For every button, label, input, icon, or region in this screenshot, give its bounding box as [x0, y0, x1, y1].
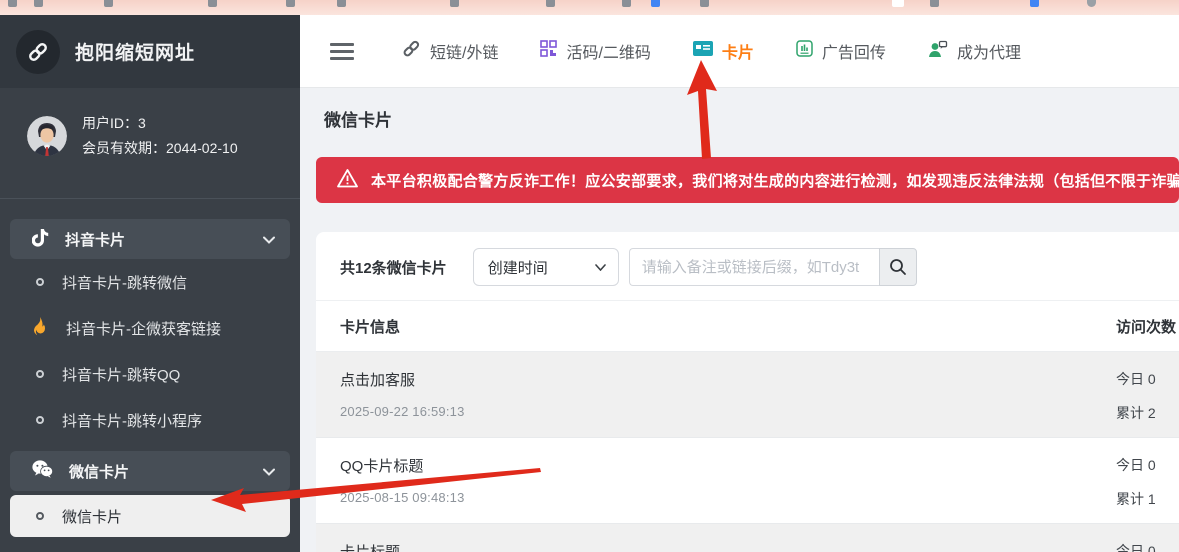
bookmark-favicon[interactable] — [930, 0, 939, 7]
search-icon — [889, 258, 907, 276]
agent-icon — [928, 40, 948, 63]
sidebar-group-label: 微信卡片 — [69, 461, 129, 482]
chevron-down-icon — [263, 231, 275, 248]
bookmark-favicon[interactable] — [1030, 0, 1039, 7]
search-button[interactable] — [879, 248, 917, 286]
sort-select-value: 创建时间 — [488, 257, 548, 278]
sidebar-item-label: 微信卡片 — [62, 506, 122, 527]
visit-stats: 今日 0 累计 1 — [1116, 455, 1156, 509]
page-title: 微信卡片 — [324, 106, 1179, 131]
tiktok-icon — [32, 228, 49, 251]
ad-report-icon — [796, 40, 813, 62]
top-navbar: 短链/外链 活码/二维码 卡片 — [300, 15, 1179, 88]
bookmark-favicon[interactable] — [892, 0, 904, 7]
sidebar-item-douyin-wechat[interactable]: 抖音卡片-跳转微信 — [0, 259, 300, 305]
column-header-card-info: 卡片信息 — [340, 319, 400, 336]
chevron-down-icon — [263, 463, 275, 480]
card-title: 点击加客服 — [340, 369, 1155, 390]
sidebar: 抱阳缩短网址 用户ID：3 会员有效期：2044-02-10 — [0, 15, 300, 552]
nav-item-label: 短链/外链 — [430, 39, 498, 63]
card-title: 卡片标题 — [340, 541, 1155, 552]
visits-total: 累计 2 — [1116, 403, 1156, 423]
sort-select[interactable]: 创建时间 — [473, 248, 619, 286]
anti-fraud-warning-banner: 本平台积极配合警方反诈工作！应公安部要求，我们将对生成的内容进行检测，如发现违反… — [316, 157, 1179, 203]
warning-triangle-icon — [337, 169, 358, 192]
sidebar-item-label: 抖音卡片-企微获客链接 — [66, 318, 221, 339]
bookmark-favicon[interactable] — [104, 0, 113, 7]
table-header: 卡片信息 访问次数 — [316, 300, 1179, 352]
nav-item-label: 成为代理 — [957, 39, 1021, 63]
chevron-down-icon — [595, 264, 606, 271]
brand-name: 抱阳缩短网址 — [75, 38, 195, 65]
nav-item-label: 广告回传 — [822, 39, 886, 63]
visit-stats: 今日 0 累计 2 — [1116, 369, 1156, 423]
sidebar-item-douyin-qq[interactable]: 抖音卡片-跳转QQ — [0, 351, 300, 397]
bookmark-favicon[interactable] — [700, 0, 709, 7]
brand-link-icon — [16, 30, 60, 74]
bookmark-favicon[interactable] — [651, 0, 660, 7]
main-content: 微信卡片 本平台积极配合警方反诈工作！应公安部要求，我们将对生成的内容进行检测，… — [300, 88, 1179, 552]
wechat-icon — [32, 460, 53, 482]
sidebar-group-label: 抖音卡片 — [65, 229, 125, 250]
card-count-label: 共12条微信卡片 — [340, 257, 447, 278]
bookmark-favicon[interactable] — [546, 0, 555, 7]
card-title: QQ卡片标题 — [340, 455, 1155, 476]
bullet-circle-icon — [36, 416, 44, 424]
filter-toolbar: 共12条微信卡片 创建时间 — [316, 232, 1179, 300]
menu-toggle-icon[interactable] — [330, 43, 354, 60]
bookmark-favicon[interactable] — [286, 0, 295, 7]
bookmark-favicon[interactable] — [208, 0, 217, 7]
table-row[interactable]: 点击加客服 2025-09-22 16:59:13 今日 0 累计 2 — [316, 352, 1179, 438]
nav-item-card[interactable]: 卡片 — [693, 39, 754, 63]
sidebar-item-label: 抖音卡片-跳转微信 — [62, 272, 187, 293]
fire-icon — [32, 317, 48, 340]
bullet-circle-icon — [36, 278, 44, 286]
bullet-circle-icon — [36, 370, 44, 378]
bookmark-favicon[interactable] — [622, 0, 631, 7]
user-info: 用户ID：3 会员有效期：2044-02-10 — [0, 88, 300, 177]
column-header-visits: 访问次数 — [1116, 316, 1176, 337]
qrcode-icon — [540, 40, 557, 62]
nav-item-shortlink[interactable]: 短链/外链 — [402, 39, 498, 63]
table-row[interactable]: QQ卡片标题 2025-08-15 09:48:13 今日 0 累计 1 — [316, 438, 1179, 524]
bookmark-favicon[interactable] — [337, 0, 346, 7]
card-created-date: 2025-08-15 09:48:13 — [340, 490, 1155, 505]
nav-item-qrcode[interactable]: 活码/二维码 — [540, 39, 650, 63]
nav-item-become-agent[interactable]: 成为代理 — [928, 39, 1021, 63]
bookmark-favicon[interactable] — [1087, 0, 1096, 7]
user-avatar[interactable] — [27, 116, 67, 156]
sidebar-item-label: 抖音卡片-跳转QQ — [62, 364, 180, 385]
warning-text: 本平台积极配合警方反诈工作！应公安部要求，我们将对生成的内容进行检测，如发现违反… — [371, 170, 1179, 191]
bookmark-favicon[interactable] — [8, 0, 17, 7]
visits-today: 今日 0 — [1116, 541, 1156, 552]
sidebar-group-douyin-card[interactable]: 抖音卡片 — [10, 219, 290, 259]
table-row[interactable]: 卡片标题 今日 0 — [316, 524, 1179, 552]
sidebar-group-wechat-card[interactable]: 微信卡片 — [10, 451, 290, 491]
nav-item-label: 卡片 — [722, 39, 754, 63]
visit-stats: 今日 0 — [1116, 541, 1156, 552]
sidebar-item-douyin-qiwei[interactable]: 抖音卡片-企微获客链接 — [0, 305, 300, 351]
browser-bookmarks-bar — [0, 0, 1179, 15]
nav-item-label: 活码/二维码 — [566, 39, 650, 63]
visits-today: 今日 0 — [1116, 455, 1156, 475]
sidebar-item-wechat-card[interactable]: 微信卡片 — [10, 495, 290, 537]
visits-total: 累计 1 — [1116, 489, 1156, 509]
card-created-date: 2025-09-22 16:59:13 — [340, 404, 1155, 419]
link-icon — [402, 39, 421, 63]
card-icon — [693, 41, 713, 61]
user-id: 用户ID：3 — [82, 111, 238, 136]
sidebar-item-label: 抖音卡片-跳转小程序 — [62, 410, 202, 431]
visits-today: 今日 0 — [1116, 369, 1156, 389]
bullet-circle-icon — [36, 512, 44, 520]
sidebar-menu: 抖音卡片 抖音卡片-跳转微信 抖音卡片-企微获客链接 抖音卡片-跳转QQ — [0, 199, 300, 552]
sidebar-item-qq-card[interactable]: QQ卡片 — [0, 537, 300, 552]
membership-expiry: 会员有效期：2044-02-10 — [82, 136, 238, 161]
nav-item-ad-report[interactable]: 广告回传 — [796, 39, 886, 63]
brand-header[interactable]: 抱阳缩短网址 — [0, 15, 300, 88]
bookmark-favicon[interactable] — [450, 0, 459, 7]
wechat-card-list-panel: 共12条微信卡片 创建时间 卡片信息 访问次数 — [316, 232, 1179, 552]
search-input[interactable] — [629, 248, 879, 286]
sidebar-item-douyin-miniprogram[interactable]: 抖音卡片-跳转小程序 — [0, 397, 300, 443]
bookmark-favicon[interactable] — [34, 0, 43, 7]
